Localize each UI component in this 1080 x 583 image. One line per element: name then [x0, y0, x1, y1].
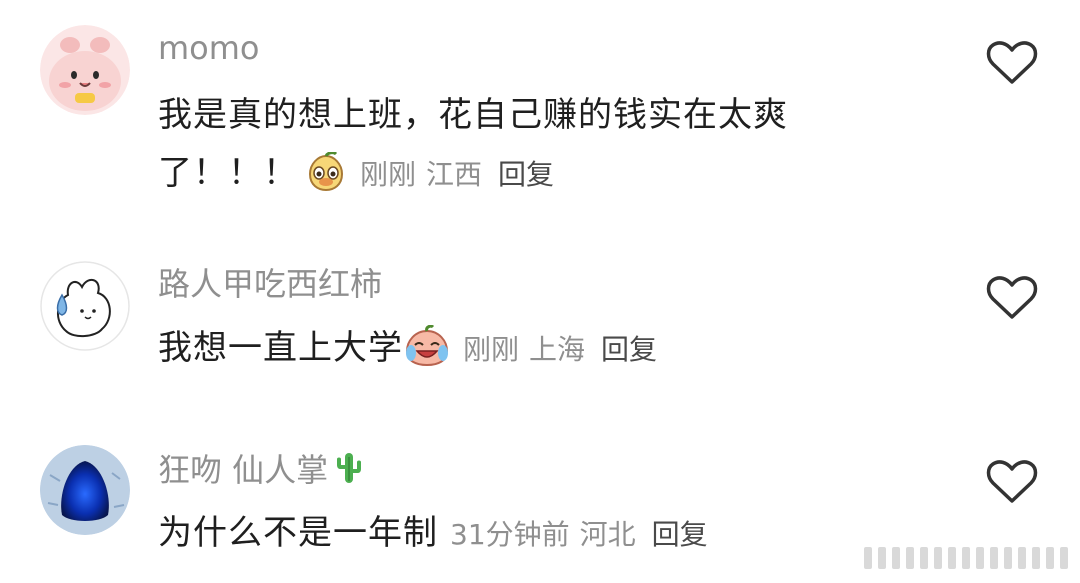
comment-time: 刚刚: [360, 158, 417, 191]
avatar[interactable]: [40, 25, 130, 115]
comment-text-line: 我是真的想上班，花自己赚的钱实在太爽: [158, 95, 788, 135]
pear-face-emoji: [304, 151, 348, 210]
heart-outline-icon[interactable]: [986, 459, 1038, 505]
reply-button[interactable]: 回复: [652, 518, 708, 551]
reply-button[interactable]: 回复: [601, 333, 657, 366]
crying-laughing-peach-emoji: [403, 324, 451, 385]
watermark: [862, 541, 1072, 573]
avatar[interactable]: [40, 445, 130, 535]
reply-button[interactable]: 回复: [498, 158, 554, 191]
comment-time: 刚刚: [463, 333, 520, 366]
cactus-emoji: [334, 449, 364, 495]
comment-text-line: 为什么不是一年制: [158, 513, 438, 553]
comment-location: 河北: [579, 518, 636, 551]
heart-outline-icon[interactable]: [986, 275, 1038, 321]
comment-item: 路人甲吃西红柿 我想一直上大学 刚刚 上海 回复: [0, 230, 1080, 420]
avatar[interactable]: [40, 261, 130, 351]
username[interactable]: 路人甲吃西红柿: [158, 265, 382, 303]
comment-time: 31分钟前: [450, 518, 570, 551]
comment-location: 江西: [426, 158, 483, 191]
username[interactable]: 狂吻 仙人掌: [158, 449, 364, 495]
comment-location: 上海: [529, 333, 586, 366]
comment-text-line: 了！！！: [158, 153, 298, 193]
comment-item: momo 我是真的想上班，花自己赚的钱实在太爽 了！！！ 刚刚 江西 回复: [0, 0, 1080, 230]
comment-text: 为什么不是一年制 31分钟前 河北 回复: [158, 504, 878, 564]
username[interactable]: momo: [158, 29, 260, 67]
heart-outline-icon[interactable]: [986, 40, 1038, 86]
comment-text-line: 我想一直上大学: [158, 328, 403, 368]
comment-text: 我想一直上大学 刚刚 上海 回复: [158, 319, 878, 385]
username-text: 狂吻 仙人掌: [158, 451, 329, 489]
comment-text: 我是真的想上班，花自己赚的钱实在太爽 了！！！ 刚刚 江西 回复: [158, 86, 878, 210]
